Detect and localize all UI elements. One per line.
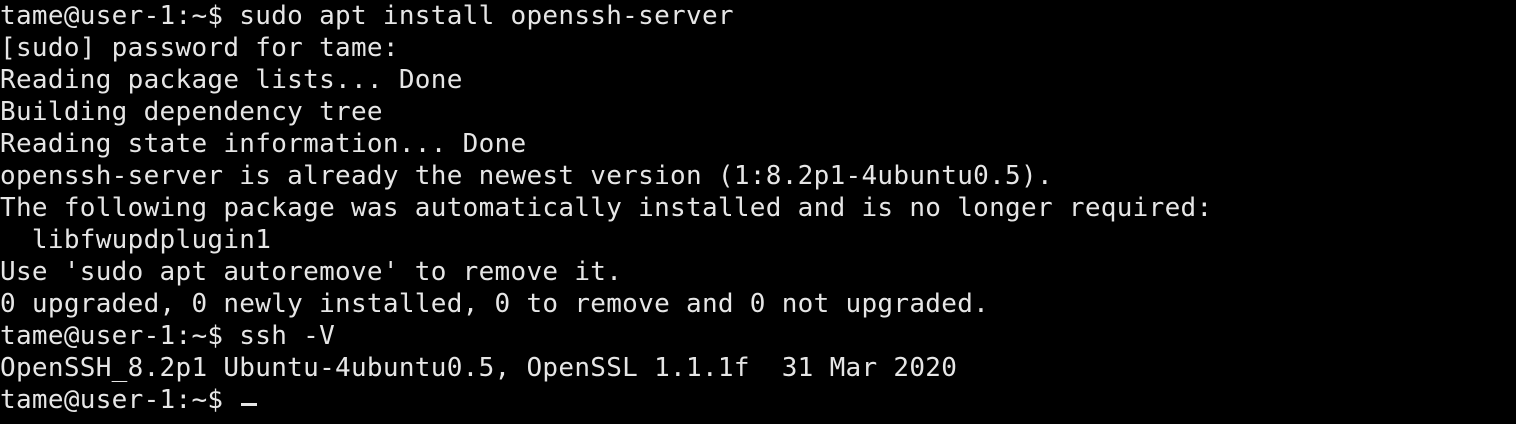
terminal-window[interactable]: tame@user-1:~$ sudo apt install openssh-… (0, 0, 1516, 424)
terminal-line-install-command: tame@user-1:~$ sudo apt install openssh-… (0, 1, 734, 31)
terminal-prompt: tame@user-1:~$ (0, 385, 240, 415)
terminal-current-prompt-line[interactable]: tame@user-1:~$ (0, 384, 1516, 416)
terminal-cursor (241, 403, 258, 406)
terminal-line-reading-state: Reading state information... Done (0, 129, 527, 159)
terminal-line-ssh-version-output: OpenSSH_8.2p1 Ubuntu-4ubuntu0.5, OpenSSL… (0, 353, 958, 383)
terminal-line-autoremove-hint: Use 'sudo apt autoremove' to remove it. (0, 257, 623, 287)
terminal-line-upgrade-summary: 0 upgraded, 0 newly installed, 0 to remo… (0, 289, 990, 319)
terminal-line-building-tree: Building dependency tree (0, 97, 383, 127)
terminal-line-ssh-version-command: tame@user-1:~$ ssh -V (0, 321, 336, 351)
terminal-line-auto-installed: The following package was automatically … (0, 193, 1213, 223)
terminal-line-reading-lists: Reading package lists... Done (0, 65, 463, 95)
terminal-line-already-newest: openssh-server is already the newest ver… (0, 161, 1053, 191)
terminal-line-sudo-password: [sudo] password for tame: (0, 33, 399, 63)
terminal-line-package-name: libfwupdplugin1 (0, 225, 272, 255)
